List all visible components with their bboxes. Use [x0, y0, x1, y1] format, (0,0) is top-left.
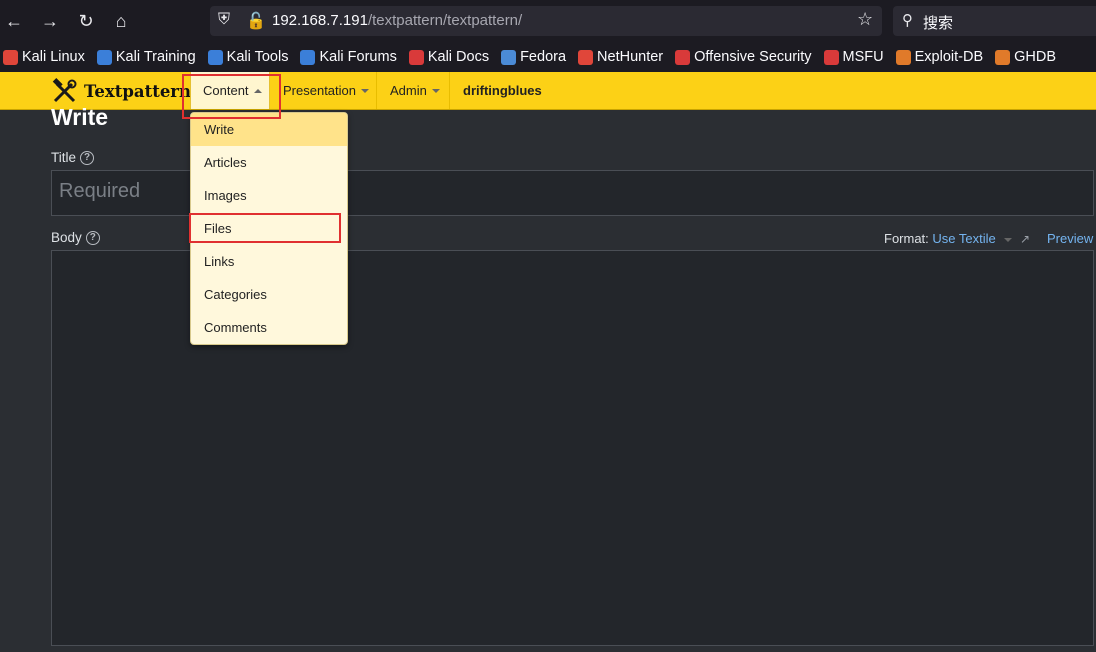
- reload-icon[interactable]: ↻: [73, 8, 99, 34]
- help-icon[interactable]: ?: [80, 150, 95, 165]
- bookmark-item[interactable]: Kali Forums: [300, 49, 397, 65]
- user-name[interactable]: driftingblues: [463, 83, 542, 98]
- bookmark-label: Exploit-DB: [914, 49, 984, 65]
- bookmark-favicon-icon: [207, 49, 223, 65]
- annotation-box-content: [182, 74, 281, 119]
- bookmark-item[interactable]: Kali Linux: [3, 49, 85, 65]
- bookmark-item[interactable]: Offensive Security: [675, 49, 812, 65]
- format-selector: Format: Use Textile ↗: [884, 231, 1030, 246]
- nav-admin[interactable]: Admin: [378, 72, 450, 109]
- bookmark-favicon-icon: [96, 49, 112, 65]
- logo-text: Textpattern: [84, 82, 192, 101]
- format-value-link[interactable]: Use Textile: [932, 231, 995, 246]
- url-host: 192.168.7.191: [272, 12, 368, 29]
- nav-admin-label: Admin: [390, 83, 427, 98]
- textpattern-header: Textpattern Content Presentation Admin d…: [0, 72, 1096, 110]
- caret-down-icon[interactable]: [1004, 237, 1013, 242]
- body-label-row: Body ?: [51, 230, 100, 245]
- bookmark-label: Kali Forums: [319, 49, 397, 65]
- menu-item-comments[interactable]: Comments: [191, 311, 347, 344]
- forward-arrow-icon[interactable]: →: [37, 8, 63, 34]
- home-icon[interactable]: ⌂: [108, 8, 134, 34]
- bookmark-favicon-icon: [895, 49, 911, 65]
- menu-item-categories[interactable]: Categories: [191, 278, 347, 311]
- shield-icon[interactable]: ⛨: [218, 11, 230, 29]
- browser-toolbar: ← → ↻ ⌂ ⛨ 🔓 192.168.7.191/textpattern/te…: [0, 0, 1096, 42]
- preview-link[interactable]: Preview: [1047, 231, 1093, 246]
- url-text[interactable]: 192.168.7.191/textpattern/textpattern/: [272, 12, 522, 29]
- menu-item-images[interactable]: Images: [191, 179, 347, 212]
- nav-presentation[interactable]: Presentation: [271, 72, 377, 109]
- insecure-lock-icon[interactable]: 🔓: [246, 11, 266, 31]
- bookmark-label: Kali Tools: [226, 49, 289, 65]
- bookmark-item[interactable]: Kali Training: [96, 49, 196, 65]
- menu-item-links[interactable]: Links: [191, 245, 347, 278]
- caret-down-icon: [361, 88, 369, 93]
- url-path: /textpattern/textpattern/: [367, 12, 523, 29]
- title-placeholder: Required: [59, 180, 141, 202]
- bookmark-label: Fedora: [520, 49, 567, 65]
- bookmark-favicon-icon: [3, 49, 18, 65]
- format-label: Format:: [884, 231, 929, 246]
- bookmark-favicon-icon: [823, 49, 839, 65]
- search-icon: ⚲: [902, 12, 913, 29]
- bookmark-item[interactable]: MSFU: [823, 49, 884, 65]
- external-link-icon[interactable]: ↗: [1020, 232, 1030, 246]
- bookmark-favicon-icon: [408, 49, 424, 65]
- bookmark-star-icon[interactable]: ☆: [857, 9, 873, 30]
- bookmark-item[interactable]: Fedora: [501, 49, 566, 65]
- bookmark-item[interactable]: GHDB: [995, 49, 1056, 65]
- help-icon[interactable]: ?: [85, 230, 100, 245]
- bookmark-label: Offensive Security: [694, 49, 812, 65]
- bookmark-item[interactable]: NetHunter: [578, 49, 663, 65]
- annotation-box-files: [189, 213, 341, 243]
- title-label: Title: [51, 150, 77, 165]
- back-arrow-icon[interactable]: ←: [1, 8, 27, 34]
- page-title: Write: [51, 104, 109, 130]
- bookmark-favicon-icon: [501, 49, 517, 65]
- bookmark-label: GHDB: [1014, 49, 1057, 65]
- bookmark-label: Kali Linux: [22, 49, 85, 65]
- bookmark-item[interactable]: Exploit-DB: [895, 49, 984, 65]
- bookmark-label: Kali Docs: [427, 49, 490, 65]
- bookmark-label: NetHunter: [597, 49, 664, 65]
- hammer-wrench-logo-icon: [51, 78, 78, 105]
- caret-down-icon: [431, 88, 440, 93]
- bookmark-favicon-icon: [300, 49, 316, 65]
- search-placeholder: 搜索: [923, 15, 954, 32]
- url-bar[interactable]: ⛨ 🔓 192.168.7.191/textpattern/textpatter…: [210, 6, 882, 36]
- bookmarks-bar: Kali Linux Kali Training Kali Tools Kali Fo…: [0, 42, 1096, 72]
- bookmark-item[interactable]: Kali Tools: [207, 49, 289, 65]
- nav-presentation-label: Presentation: [283, 83, 356, 98]
- title-label-row: Title ?: [51, 150, 95, 165]
- bookmark-favicon-icon: [675, 49, 691, 65]
- textpattern-logo[interactable]: Textpattern: [51, 78, 191, 105]
- bookmark-favicon-icon: [578, 49, 594, 65]
- bookmark-favicon-icon: [995, 49, 1011, 65]
- bookmark-label: MSFU: [842, 49, 884, 65]
- body-label: Body: [51, 230, 82, 245]
- menu-item-articles[interactable]: Articles: [191, 146, 347, 179]
- bookmark-item[interactable]: Kali Docs: [408, 49, 490, 65]
- search-bar[interactable]: ⚲ 搜索: [893, 6, 1096, 36]
- bookmark-label: Kali Training: [115, 49, 196, 65]
